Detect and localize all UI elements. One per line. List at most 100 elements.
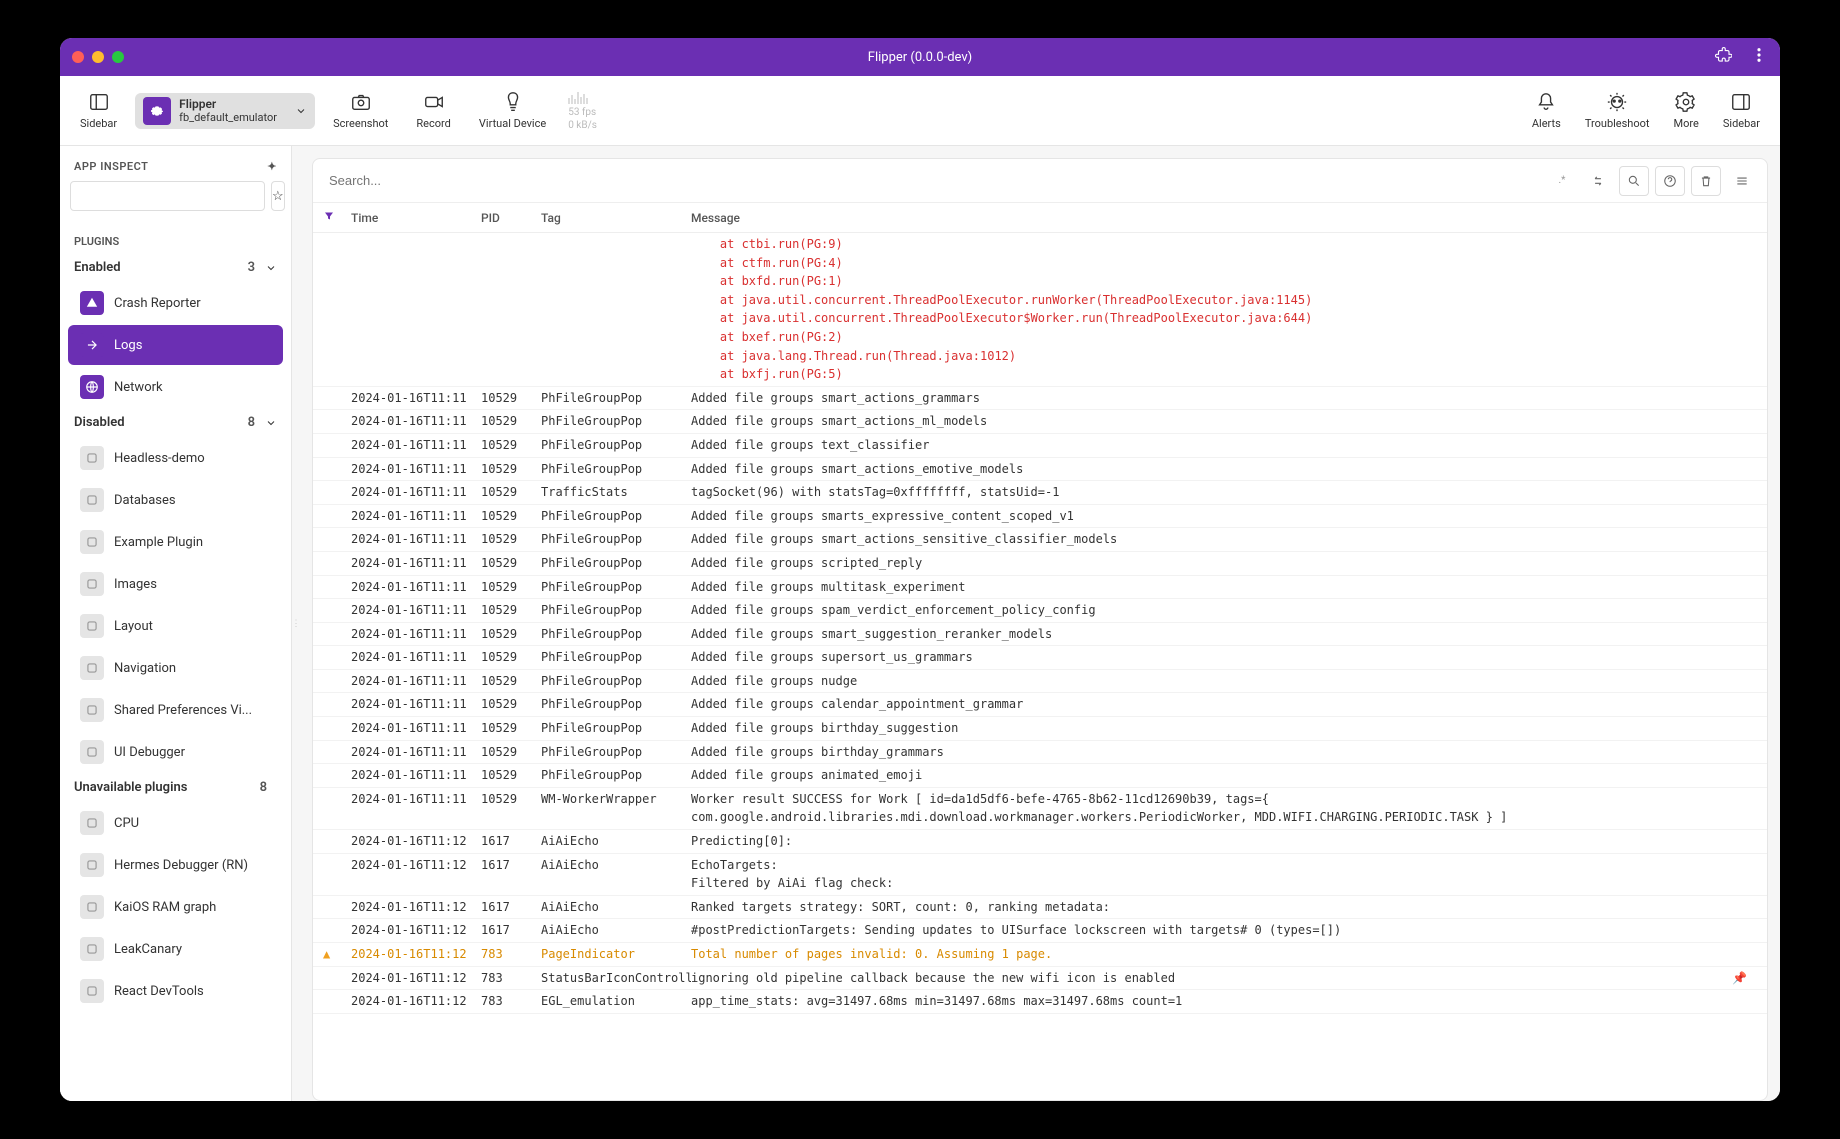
plugin-label: React DevTools [114, 984, 204, 999]
device-id: fb_default_emulator [179, 111, 277, 124]
virtual-device-button[interactable]: Virtual Device [469, 85, 556, 136]
plugin-icon [80, 530, 104, 554]
plugin-label: Layout [114, 619, 153, 634]
plugin-item[interactable]: KaiOS RAM graph [68, 887, 283, 927]
log-row[interactable]: 2024-01-16T11:1110529PhFileGroupPopAdded… [313, 693, 1767, 717]
virtual-device-label: Virtual Device [479, 117, 546, 130]
log-row[interactable]: 2024-01-16T11:1110529PhFileGroupPopAdded… [313, 434, 1767, 458]
col-time[interactable]: Time [351, 211, 481, 225]
log-row[interactable]: 2024-01-16T11:121617AiAiEcho#postPredict… [313, 919, 1767, 943]
plugin-icon [80, 446, 104, 470]
plugin-item[interactable]: Navigation [68, 648, 283, 688]
plugin-item[interactable]: Shared Preferences Vi... [68, 690, 283, 730]
plugin-label: CPU [114, 816, 139, 831]
swap-icon[interactable] [1583, 166, 1613, 196]
plugin-group[interactable]: Disabled8 [60, 409, 291, 436]
log-row[interactable]: 2024-01-16T11:121617AiAiEchoEchoTargets:… [313, 854, 1767, 896]
perf-stats: 53 fps 0 kB/s [568, 90, 598, 132]
troubleshoot-button[interactable]: Troubleshoot [1575, 85, 1660, 136]
plugin-item[interactable]: Hermes Debugger (RN) [68, 845, 283, 885]
screenshot-button[interactable]: Screenshot [323, 85, 398, 136]
plugin-label: Example Plugin [114, 535, 203, 550]
col-pid[interactable]: PID [481, 211, 541, 225]
more-label: More [1674, 117, 1699, 130]
log-row[interactable]: 2024-01-16T11:1110529PhFileGroupPopAdded… [313, 623, 1767, 647]
plugin-item[interactable]: Logs [68, 325, 283, 365]
gear-icon [143, 97, 171, 125]
plugin-group[interactable]: Enabled3 [60, 254, 291, 281]
record-label: Record [416, 117, 450, 130]
plugin-item[interactable]: Headless-demo [68, 438, 283, 478]
screenshot-label: Screenshot [333, 117, 388, 130]
plugin-icon [80, 656, 104, 680]
plugin-item[interactable]: CPU [68, 803, 283, 843]
col-tag[interactable]: Tag [541, 211, 691, 225]
plugin-item[interactable]: React DevTools [68, 971, 283, 1011]
toolbar: Sidebar Flipper fb_default_emulator Scre… [60, 76, 1780, 146]
log-rows[interactable]: at ctbi.run(PG:9) at ctfm.run(PG:4) at b… [313, 233, 1767, 1100]
titlebar: Flipper (0.0.0-dev) [60, 38, 1780, 76]
plugin-item[interactable]: UI Debugger [68, 732, 283, 772]
plugin-label: Databases [114, 493, 176, 508]
plugin-item[interactable]: !Crash Reporter [68, 283, 283, 323]
col-msg[interactable]: Message [691, 211, 1767, 225]
log-row[interactable]: 2024-01-16T11:1110529PhFileGroupPopAdded… [313, 505, 1767, 529]
menu-icon[interactable] [1727, 166, 1757, 196]
log-row[interactable]: 2024-01-16T11:1110529PhFileGroupPopAdded… [313, 576, 1767, 600]
log-row[interactable]: 2024-01-16T11:1110529PhFileGroupPopAdded… [313, 741, 1767, 765]
plugin-item[interactable]: LeakCanary [68, 929, 283, 969]
favorite-button[interactable]: ☆ [271, 181, 285, 211]
log-search-input[interactable] [323, 166, 1541, 196]
plugin-item[interactable]: Network [68, 367, 283, 407]
log-row[interactable]: 2024-01-16T11:1110529PhFileGroupPopAdded… [313, 646, 1767, 670]
record-button[interactable]: Record [406, 85, 460, 136]
log-row[interactable]: 2024-01-16T11:1110529PhFileGroupPopAdded… [313, 764, 1767, 788]
plugin-icon [80, 488, 104, 512]
log-row[interactable]: 2024-01-16T11:121617AiAiEchoPredicting[0… [313, 830, 1767, 854]
more-button[interactable]: More [1664, 85, 1709, 136]
log-row[interactable]: 2024-01-16T11:1110529PhFileGroupPopAdded… [313, 528, 1767, 552]
plugin-label: Hermes Debugger (RN) [114, 858, 248, 873]
log-row[interactable]: 2024-01-16T11:1110529PhFileGroupPopAdded… [313, 599, 1767, 623]
pin-icon[interactable]: 📌 [1732, 969, 1747, 988]
search-icon[interactable] [1619, 166, 1649, 196]
plugin-item[interactable]: Databases [68, 480, 283, 520]
device-selector[interactable]: Flipper fb_default_emulator [135, 93, 315, 129]
plugin-icon [80, 614, 104, 638]
toggle-left-sidebar[interactable]: Sidebar [70, 85, 127, 136]
regex-toggle[interactable]: .* [1547, 166, 1577, 196]
log-row[interactable]: 2024-01-16T11:1110529TrafficStatstagSock… [313, 481, 1767, 505]
plugin-icon [80, 811, 104, 835]
log-row[interactable]: ▲2024-01-16T11:12783PageIndicatorTotal n… [313, 943, 1767, 967]
help-icon[interactable] [1655, 166, 1685, 196]
log-row[interactable]: 2024-01-16T11:1110529PhFileGroupPopAdded… [313, 670, 1767, 694]
plugin-item[interactable]: Example Plugin [68, 522, 283, 562]
log-row[interactable]: 2024-01-16T11:12783EGL_emulationapp_time… [313, 990, 1767, 1014]
sidebar-search-input[interactable] [70, 181, 265, 211]
alerts-button[interactable]: Alerts [1522, 85, 1571, 136]
log-row[interactable]: 2024-01-16T11:1110529WM-WorkerWrapperWor… [313, 788, 1767, 830]
log-row[interactable]: 2024-01-16T11:1110529PhFileGroupPopAdded… [313, 552, 1767, 576]
plugin-item[interactable]: Images [68, 564, 283, 604]
log-row[interactable]: 2024-01-16T11:121617AiAiEchoRanked targe… [313, 896, 1767, 920]
trash-icon[interactable] [1691, 166, 1721, 196]
plugin-icon [80, 853, 104, 877]
plugin-label: Crash Reporter [114, 296, 201, 311]
plugin-item[interactable]: Layout [68, 606, 283, 646]
log-row[interactable]: 2024-01-16T11:1110529PhFileGroupPopAdded… [313, 410, 1767, 434]
chevron-down-icon [295, 105, 307, 117]
left-sidebar: APP INSPECT ✦ ☆ PLUGINSEnabled3!Crash Re… [60, 146, 292, 1101]
log-row[interactable]: at ctbi.run(PG:9) at ctfm.run(PG:4) at b… [313, 233, 1767, 387]
filter-icon[interactable] [323, 210, 351, 225]
sidebar-resizer[interactable]: ⋮ [292, 146, 300, 1101]
log-row[interactable]: 2024-01-16T11:1110529PhFileGroupPopAdded… [313, 717, 1767, 741]
plugin-label: Images [114, 577, 157, 592]
log-row[interactable]: 2024-01-16T11:1110529PhFileGroupPopAdded… [313, 387, 1767, 411]
sparkle-icon[interactable]: ✦ [267, 160, 277, 173]
plugin-label: Headless-demo [114, 451, 205, 466]
toggle-right-sidebar[interactable]: Sidebar [1713, 85, 1770, 136]
log-row[interactable]: 2024-01-16T11:12783StatusBarIconControll… [313, 967, 1767, 991]
log-row[interactable]: 2024-01-16T11:1110529PhFileGroupPopAdded… [313, 458, 1767, 482]
plugin-icon [80, 698, 104, 722]
plugin-group[interactable]: Unavailable plugins8 [60, 774, 291, 801]
